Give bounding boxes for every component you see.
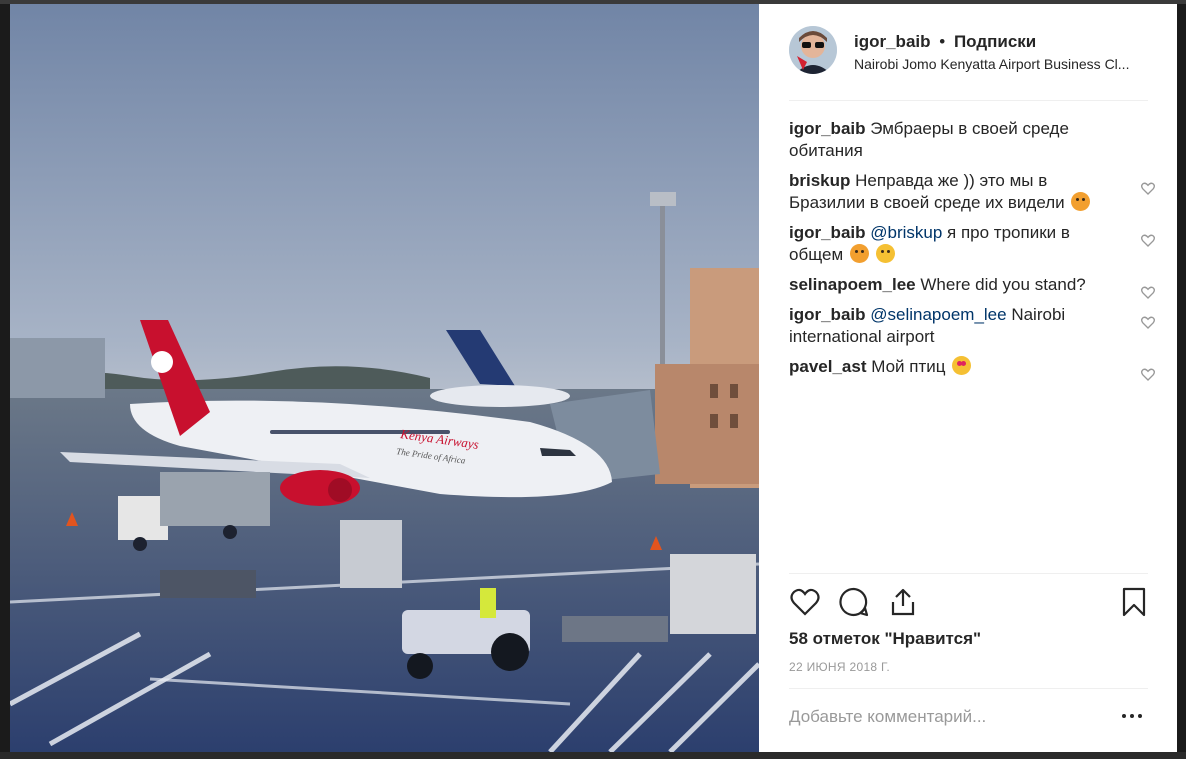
likes-count[interactable]: 58 отметок "Нравится" <box>789 629 981 649</box>
comment-item: igor_baib Эмбраеры в своей среде обитани… <box>789 118 1134 162</box>
comment-author[interactable]: briskup <box>789 171 850 190</box>
post-photo[interactable]: Kenya Airways The Pride of Africa <box>10 4 759 752</box>
avatar[interactable] <box>789 26 837 74</box>
squinting-tongue-emoji <box>1071 192 1091 211</box>
comment-input-divider <box>789 688 1148 689</box>
comment-item: selinapoem_lee Where did you stand? <box>789 274 1155 299</box>
post-details-panel: igor_baib • Подписки Nairobi Jomo Kenyat… <box>759 4 1177 752</box>
face-emoji <box>849 244 869 263</box>
add-comment-input[interactable] <box>789 704 1109 730</box>
heart-outline-icon[interactable] <box>789 586 821 618</box>
comment-item: igor_baib @briskup я про тропики в общем <box>789 222 1155 266</box>
comment-mention[interactable]: @selinapoem_lee <box>870 305 1006 324</box>
comment-author[interactable]: igor_baib <box>789 305 866 324</box>
comment-author[interactable]: selinapoem_lee <box>789 275 916 294</box>
comment-like-heart-icon[interactable] <box>1140 180 1156 196</box>
header-divider <box>789 100 1148 101</box>
comment-item: pavel_ast Мой птиц <box>789 356 1155 381</box>
post-header: igor_baib • Подписки Nairobi Jomo Kenyat… <box>759 4 1177 100</box>
comment-text: Мой птиц <box>871 357 946 376</box>
comment-text: Where did you stand? <box>920 275 1086 294</box>
share-upload-icon[interactable] <box>887 586 919 618</box>
backdrop-bottom <box>0 752 1186 759</box>
comment-author[interactable]: igor_baib <box>789 119 866 138</box>
comment-like-heart-icon[interactable] <box>1140 366 1156 382</box>
post-author-username[interactable]: igor_baib <box>854 32 931 51</box>
post-location[interactable]: Nairobi Jomo Kenyatta Airport Business C… <box>854 56 1154 72</box>
comment-item: briskup Неправда же )) это мы в Бразилии… <box>789 170 1155 214</box>
more-options-icon[interactable] <box>1122 706 1146 726</box>
following-button[interactable]: Подписки <box>954 32 1036 51</box>
post-date: 22 ИЮНЯ 2018 Г. <box>789 660 890 674</box>
comments-list: igor_baib Эмбраеры в своей среде обитани… <box>789 118 1155 386</box>
separator-dot: • <box>939 32 946 51</box>
comment-item: igor_baib @selinapoem_lee Nairobi intern… <box>789 304 1155 348</box>
comment-author[interactable]: pavel_ast <box>789 357 867 376</box>
avatar-image <box>789 26 837 74</box>
actions-divider <box>789 573 1148 574</box>
heart-eyes-emoji <box>952 356 972 375</box>
comment-like-heart-icon[interactable] <box>1140 284 1156 300</box>
speech-bubble-icon[interactable] <box>838 586 870 618</box>
comment-like-heart-icon[interactable] <box>1140 232 1156 248</box>
comment-like-heart-icon[interactable] <box>1140 314 1156 330</box>
post-actions <box>789 586 1149 622</box>
airport-apron-scene: Kenya Airways The Pride of Africa <box>10 4 759 752</box>
user-line: igor_baib • Подписки <box>854 32 1036 52</box>
comment-mention[interactable]: @briskup <box>870 223 942 242</box>
comment-author[interactable]: igor_baib <box>789 223 866 242</box>
bookmark-icon[interactable] <box>1118 586 1150 618</box>
grimacing-emoji <box>875 244 895 263</box>
